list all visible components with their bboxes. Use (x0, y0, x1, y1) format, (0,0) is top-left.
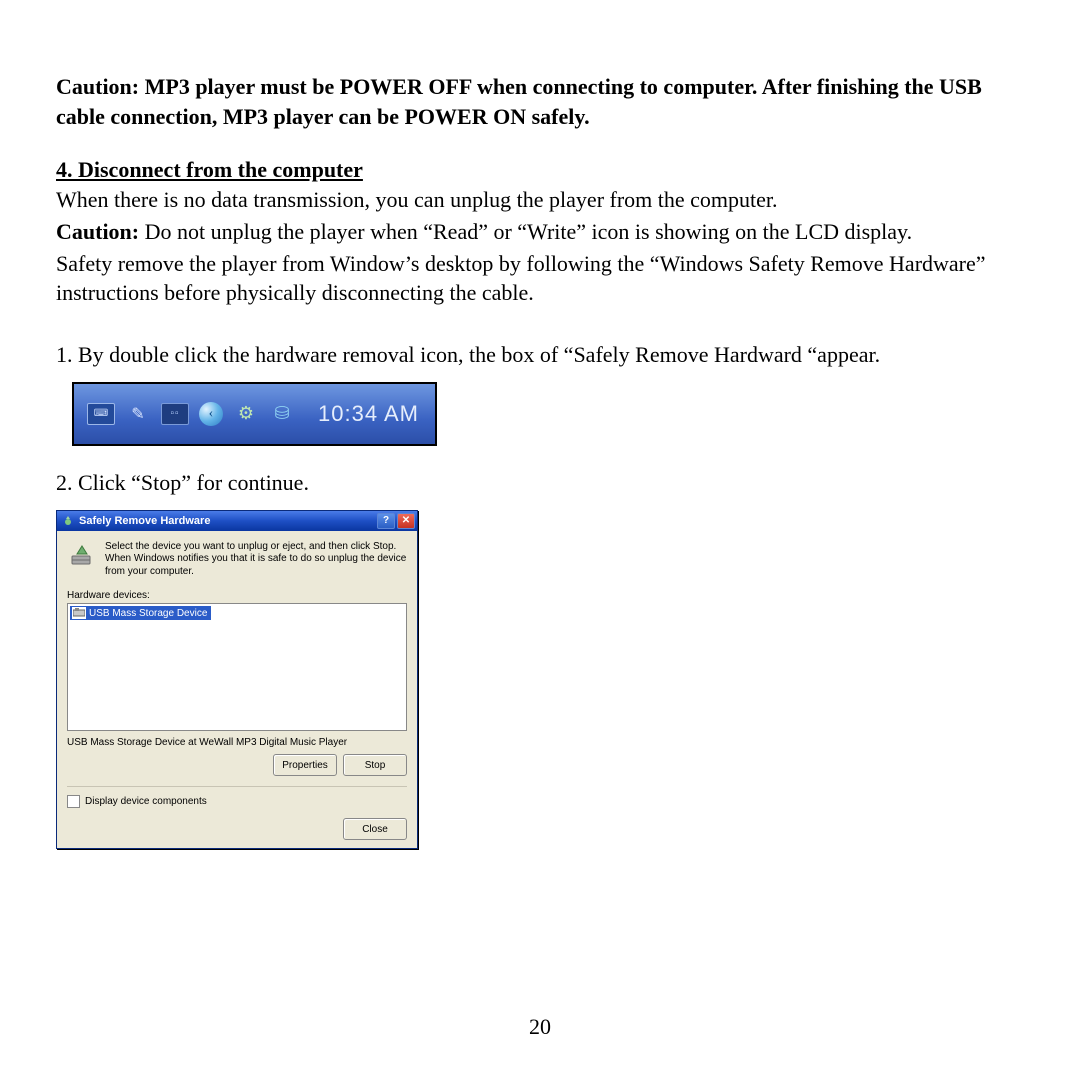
keyboard-icon: ⌨ (87, 403, 115, 425)
paragraph-caution: Caution: Do not unplug the player when “… (56, 217, 1024, 247)
display-components-label: Display device components (85, 796, 207, 807)
hardware-devices-label: Hardware devices: (67, 590, 407, 601)
dialog-body: Select the device you want to unplug or … (57, 531, 417, 849)
close-dialog-button[interactable]: Close (343, 818, 407, 840)
page-number: 20 (0, 1014, 1080, 1040)
caution-top-text: Caution: MP3 player must be POWER OFF wh… (56, 72, 1024, 131)
back-icon: ‹ (199, 402, 223, 426)
device-icon (72, 607, 86, 619)
caution-body: Do not unplug the player when “Read” or … (139, 219, 912, 244)
device-description: USB Mass Storage Device at WeWall MP3 Di… (67, 737, 407, 748)
da-icon: ▫▫ (161, 403, 189, 425)
safely-remove-dialog: Safely Remove Hardware ? ✕ Select the de… (56, 510, 418, 850)
close-button[interactable]: ✕ (397, 513, 415, 529)
device-list-item[interactable]: USB Mass Storage Device (70, 606, 211, 620)
usb-remove-icon: ⛁ (269, 404, 295, 424)
paragraph-safety: Safety remove the player from Window’s d… (56, 249, 1024, 308)
step-1-text: 1. By double click the hardware removal … (56, 340, 1024, 370)
help-button[interactable]: ? (377, 513, 395, 529)
device-listbox[interactable]: USB Mass Storage Device (67, 603, 407, 731)
gear-icon: ⚙ (233, 404, 259, 424)
properties-button[interactable]: Properties (273, 754, 337, 776)
taskbar-screenshot: ⌨ ✎ ▫▫ ‹ ⚙ ⛁ 10:34 AM (72, 382, 437, 446)
step-2-text: 2. Click “Stop” for continue. (56, 468, 1024, 498)
dialog-title-text: Safely Remove Hardware (79, 515, 375, 527)
dialog-info-text: Select the device you want to unplug or … (105, 541, 407, 579)
display-components-checkbox[interactable] (67, 795, 80, 808)
stop-button[interactable]: Stop (343, 754, 407, 776)
caution-label: Caution: (56, 219, 139, 244)
taskbar-time: 10:34 AM (318, 401, 419, 427)
device-item-label: USB Mass Storage Device (89, 608, 207, 619)
paragraph-when: When there is no data transmission, you … (56, 185, 1024, 215)
dialog-separator (67, 786, 407, 787)
section-title: 4. Disconnect from the computer (56, 157, 1024, 183)
eject-icon (67, 541, 97, 571)
pen-icon: ✎ (125, 404, 151, 424)
dialog-titlebar: Safely Remove Hardware ? ✕ (57, 511, 417, 531)
dialog-app-icon (61, 514, 75, 528)
